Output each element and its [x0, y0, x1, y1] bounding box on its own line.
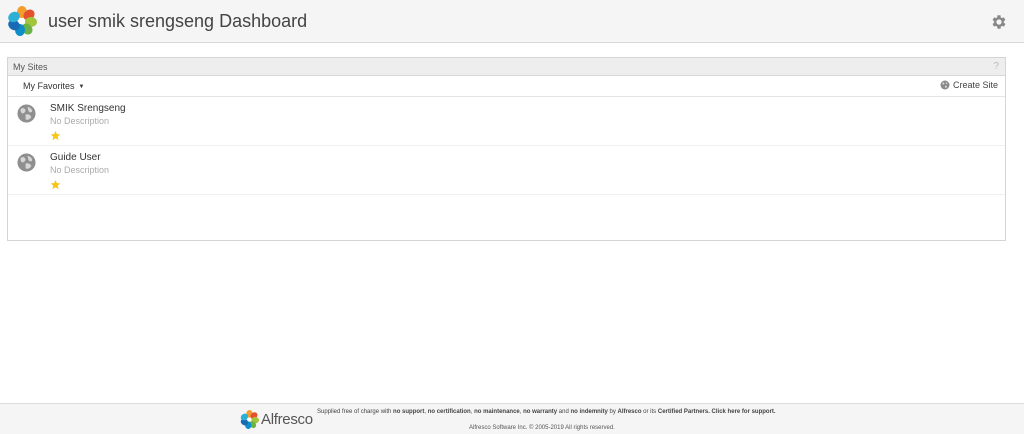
footer-text: no certification: [427, 409, 471, 415]
site-list-item: Guide User No Description: [8, 147, 1005, 195]
help-icon[interactable]: ?: [993, 58, 999, 76]
footer: Alfresco Supplied free of charge with no…: [0, 403, 1024, 434]
site-name-link[interactable]: SMIK Srengseng: [50, 103, 126, 114]
footer-text: and: [557, 409, 571, 415]
my-sites-dashlet: My Sites ? My Favorites ▼ Create Site SMI…: [7, 57, 1006, 241]
site-name-link[interactable]: Guide User: [50, 152, 101, 163]
footer-text: Certified Partners: [657, 409, 709, 415]
dashlet-toolbar: My Favorites ▼ Create Site: [8, 76, 1005, 97]
header: user smik srengseng Dashboard: [0, 0, 1024, 43]
site-description: No Description: [50, 165, 110, 175]
favorites-filter-dropdown[interactable]: My Favorites ▼: [23, 81, 84, 91]
favorite-star-icon[interactable]: [50, 179, 61, 190]
footer-license-text[interactable]: Supplied free of charge with no support,…: [317, 409, 776, 415]
globe-icon: [17, 104, 36, 123]
footer-text: no indemnity: [570, 409, 608, 415]
footer-text: or its: [641, 409, 658, 415]
footer-text: Alfresco: [617, 409, 642, 415]
footer-text: no maintenance: [474, 409, 520, 415]
create-site-label: Create Site: [952, 80, 998, 90]
footer-text: Supplied free of charge with: [317, 409, 394, 415]
footer-text: by: [607, 409, 618, 415]
site-description: No Description: [50, 116, 110, 126]
page-title: user smik srengseng Dashboard: [48, 11, 308, 31]
favorite-star-icon[interactable]: [50, 130, 61, 141]
gear-icon[interactable]: [990, 13, 1008, 31]
dashlet-title-bar: My Sites ?: [8, 58, 1005, 76]
alfresco-logo-icon[interactable]: [7, 6, 37, 36]
footer-text: no support: [393, 409, 425, 415]
dashlet-title: My Sites: [13, 62, 48, 72]
footer-text: no warranty: [523, 409, 558, 415]
support-link[interactable]: . Click here for support.: [708, 409, 775, 415]
footer-copyright: Alfresco Software Inc. © 2005-2019 All r…: [469, 425, 615, 431]
filter-label: My Favorites: [23, 81, 75, 91]
create-site-link[interactable]: Create Site: [940, 80, 998, 90]
site-list-item: SMIK Srengseng No Description: [8, 98, 1005, 146]
caret-down-icon: ▼: [78, 84, 85, 90]
globe-icon: [17, 153, 36, 172]
footer-logo[interactable]: Alfresco: [240, 410, 313, 429]
footer-brand: Alfresco: [261, 411, 313, 428]
globe-icon: [940, 80, 950, 90]
alfresco-logo-icon: [240, 410, 259, 429]
